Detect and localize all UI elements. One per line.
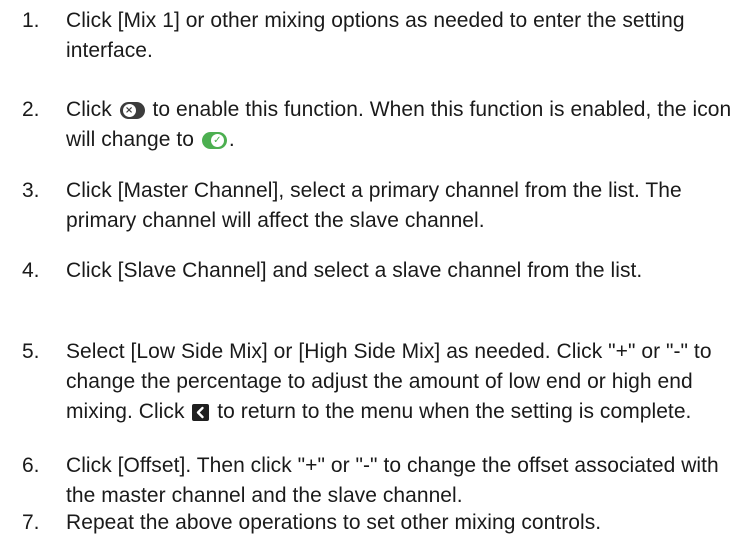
step-text: Click [Mix 1] or other mixing options as… [66,9,685,62]
step-number: 5. [22,340,40,363]
step-number: 3. [22,179,40,202]
step-number: 7. [22,511,40,534]
step-text-part: to return to the menu when the setting i… [217,400,692,423]
step-number: 6. [22,454,40,477]
step-text-part: . [228,128,235,151]
toggle-off-icon: × [119,102,145,119]
step-text-part: to enable this function. When this funct… [66,98,732,151]
back-arrow-icon [192,404,210,421]
step-text: Click [Offset]. Then click "+" or "-" to… [66,454,719,507]
step-number: 2. [22,98,40,121]
step-text: Click [Master Channel], select a primary… [66,179,682,232]
step-text: Click [Slave Channel] and select a slave… [66,259,643,282]
toggle-on-icon: ✓ [201,132,227,149]
step-number: 1. [22,9,40,32]
step-text: Click × to enable this function. When th… [66,95,736,155]
step-number: 4. [22,259,40,282]
step-text-part: Click [66,98,112,121]
step-text: Select [Low Side Mix] or [High Side Mix]… [66,337,736,427]
step-text: Repeat the above operations to set other… [66,511,602,534]
